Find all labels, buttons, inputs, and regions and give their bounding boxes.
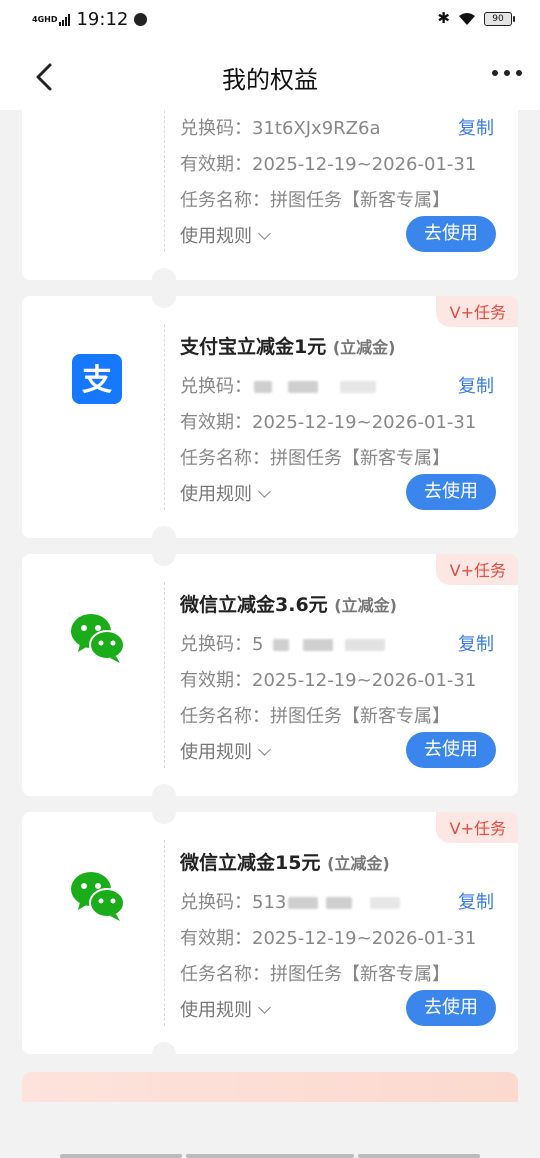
benefit-name: 微信立减金15元 xyxy=(180,852,321,874)
copy-button[interactable]: 复制 xyxy=(458,372,494,398)
validity-value: 2025-12-19~2026-01-31 xyxy=(252,154,477,175)
task-label: 任务名称： xyxy=(180,448,270,469)
promo-banner[interactable] xyxy=(22,1072,518,1102)
copy-button[interactable]: 复制 xyxy=(458,114,494,140)
validity-label: 有效期： xyxy=(180,670,252,691)
benefit-type-tag: (立减金) xyxy=(327,854,390,873)
use-button[interactable]: 去使用 xyxy=(406,990,496,1026)
usage-rules-toggle[interactable]: 使用规则 xyxy=(180,222,271,248)
benefits-list[interactable]: 兑换码：31t6XJx9RZ6a 复制 有效期：2025-12-19~2026-… xyxy=(0,110,540,1150)
validity-value: 2025-12-19~2026-01-31 xyxy=(252,670,477,691)
use-button[interactable]: 去使用 xyxy=(406,732,496,768)
use-button[interactable]: 去使用 xyxy=(406,474,496,510)
svg-text:支: 支 xyxy=(82,363,112,398)
benefit-type-tag: (立减金) xyxy=(332,338,396,357)
bluetooth-icon: ✱ xyxy=(437,9,450,27)
benefit-name: 支付宝立减金1元 xyxy=(180,336,327,358)
code-label: 兑换码： xyxy=(180,118,252,139)
wifi-icon xyxy=(459,12,475,25)
code-label: 兑换码： xyxy=(180,376,252,397)
usage-rules-toggle[interactable]: 使用规则 xyxy=(180,996,271,1022)
benefit-card: 兑换码：31t6XJx9RZ6a 复制 有效期：2025-12-19~2026-… xyxy=(22,110,518,292)
usage-rules-toggle[interactable]: 使用规则 xyxy=(180,480,271,506)
copy-button[interactable]: 复制 xyxy=(458,630,494,656)
benefit-card: V+任务 微信立减金3.6元 (立减金) 兑换码：5 复制 有效期：2025-1… xyxy=(22,542,518,808)
message-notification-icon xyxy=(134,13,148,26)
battery-icon: 90 xyxy=(484,11,515,26)
usage-rules-label: 使用规则 xyxy=(180,1000,252,1021)
copy-button[interactable]: 复制 xyxy=(458,888,494,914)
status-bar: 4GHD 19:12 ✱ 90 xyxy=(0,0,540,42)
usage-rules-toggle[interactable]: 使用规则 xyxy=(180,738,271,764)
benefit-title: 微信立减金3.6元 (立减金) xyxy=(180,590,397,617)
task-label: 任务名称： xyxy=(180,706,270,727)
chevron-down-icon xyxy=(258,227,271,240)
v-plus-task-badge: V+任务 xyxy=(435,812,518,843)
benefit-card: V+任务 微信立减金15元 (立减金) 兑换码：513 复制 有效期：2025-… xyxy=(22,800,518,1066)
chevron-down-icon xyxy=(258,485,271,498)
gesture-navigation-bar xyxy=(0,1150,540,1158)
validity-label: 有效期： xyxy=(180,154,252,175)
benefit-title: 微信立减金15元 (立减金) xyxy=(180,848,390,875)
benefit-card: V+任务 支 支付宝立减金1元 (立减金) 兑换码： 复制 有效期：2025-1… xyxy=(22,284,518,550)
task-label: 任务名称： xyxy=(180,190,270,211)
redeem-code: 31t6XJx9RZ6a xyxy=(252,118,381,139)
network-type: 4GHD xyxy=(32,14,58,24)
validity-value: 2025-12-19~2026-01-31 xyxy=(252,928,477,949)
task-value: 拼图任务【新客专属】 xyxy=(270,706,450,727)
validity-label: 有效期： xyxy=(180,928,252,949)
v-plus-task-badge: V+任务 xyxy=(435,554,518,585)
benefit-name: 微信立减金3.6元 xyxy=(180,594,328,616)
task-label: 任务名称： xyxy=(180,964,270,985)
usage-rules-label: 使用规则 xyxy=(180,484,252,505)
redeem-code: 5 xyxy=(252,634,264,655)
clock: 19:12 xyxy=(76,9,129,30)
usage-rules-label: 使用规则 xyxy=(180,742,252,763)
task-value: 拼图任务【新客专属】 xyxy=(270,964,450,985)
task-value: 拼图任务【新客专属】 xyxy=(270,448,450,469)
chevron-down-icon xyxy=(258,1001,271,1014)
app-header: 我的权益 xyxy=(0,42,540,110)
task-value: 拼图任务【新客专属】 xyxy=(270,190,450,211)
usage-rules-label: 使用规则 xyxy=(180,226,252,247)
chevron-down-icon xyxy=(258,743,271,756)
benefit-type-tag: (立减金) xyxy=(334,596,397,615)
alipay-logo-icon: 支 xyxy=(72,354,122,404)
wechat-logo-icon xyxy=(71,614,124,663)
code-label: 兑换码： xyxy=(180,634,252,655)
signal-icon xyxy=(59,13,71,26)
code-label: 兑换码： xyxy=(180,892,252,913)
wechat-logo-icon xyxy=(71,872,124,921)
v-plus-task-badge: V+任务 xyxy=(435,296,518,327)
redeem-code: 513 xyxy=(252,892,287,913)
use-button[interactable]: 去使用 xyxy=(406,216,496,252)
validity-value: 2025-12-19~2026-01-31 xyxy=(252,412,477,433)
more-options-icon[interactable] xyxy=(492,70,522,76)
benefit-title: 支付宝立减金1元 (立减金) xyxy=(180,332,396,359)
page-title: 我的权益 xyxy=(222,66,318,94)
validity-label: 有效期： xyxy=(180,412,252,433)
